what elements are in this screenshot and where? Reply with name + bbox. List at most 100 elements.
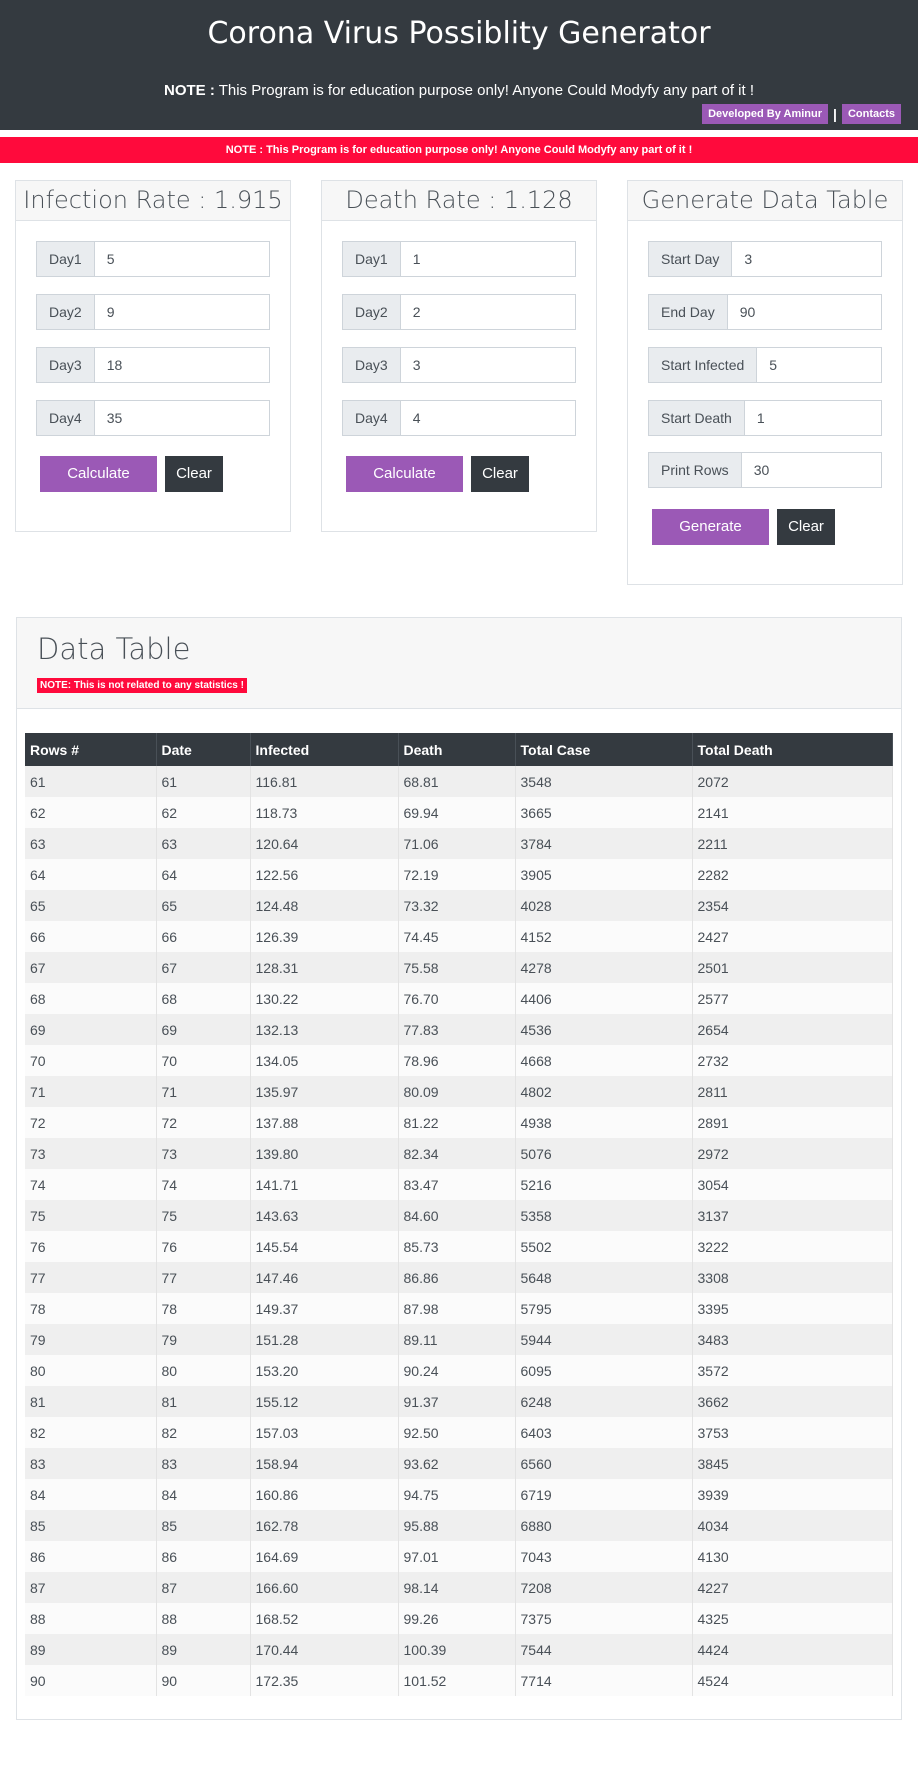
generate-button[interactable]: Generate <box>652 509 769 545</box>
col-rows: Rows # <box>25 733 157 766</box>
death-clear-button[interactable]: Clear <box>471 456 529 492</box>
cell-death: 80.09 <box>398 1076 516 1107</box>
cell-date: 62 <box>156 797 251 828</box>
cell-death: 71.06 <box>398 828 516 859</box>
cell-infected: 137.88 <box>250 1107 399 1138</box>
infection-clear-button[interactable]: Clear <box>165 456 223 492</box>
infection-day1-input[interactable]: 5 <box>94 242 269 276</box>
table-row: 68 68 130.22 76.70 4406 2577 <box>25 983 893 1014</box>
table-row: 64 64 122.56 72.19 3905 2282 <box>25 859 893 890</box>
start-death-label: Start Death <box>649 401 745 435</box>
header-note-label: NOTE : <box>163 82 215 99</box>
cell-infected: 170.44 <box>250 1634 399 1665</box>
cell-date: 83 <box>156 1448 251 1479</box>
cell-total-death: 2282 <box>692 859 893 890</box>
cell-rows: 70 <box>25 1045 157 1076</box>
start-infected-input[interactable]: 5 <box>757 348 881 382</box>
cell-rows: 71 <box>25 1076 157 1107</box>
cell-infected: 151.28 <box>250 1324 399 1355</box>
cell-rows: 78 <box>25 1293 157 1324</box>
table-row: 70 70 134.05 78.96 4668 2732 <box>25 1045 893 1076</box>
cell-date: 76 <box>156 1231 251 1262</box>
death-day1-input[interactable]: 1 <box>400 242 575 276</box>
infection-day3-input[interactable]: 18 <box>94 348 269 382</box>
contacts-link[interactable]: Contacts <box>841 104 901 124</box>
cell-death: 93.62 <box>398 1448 516 1479</box>
death-calculate-button[interactable]: Calculate <box>346 456 463 492</box>
infection-day1-label: Day1 <box>37 242 95 276</box>
cell-rows: 74 <box>25 1169 157 1200</box>
cell-total-case: 7544 <box>515 1634 693 1665</box>
cell-infected: 135.97 <box>250 1076 399 1107</box>
death-day3-input[interactable]: 3 <box>400 348 575 382</box>
cell-total-case: 3665 <box>515 797 693 828</box>
cell-total-death: 3483 <box>692 1324 893 1355</box>
cell-total-case: 5795 <box>515 1293 693 1324</box>
cell-infected: 118.73 <box>250 797 399 828</box>
cell-date: 68 <box>156 983 251 1014</box>
col-date: Date <box>156 733 251 766</box>
cell-rows: 81 <box>25 1386 157 1417</box>
cell-rows: 85 <box>25 1510 157 1541</box>
cell-infected: 143.63 <box>250 1200 399 1231</box>
table-body: 61 61 116.81 68.81 3548 2072 62 62 118.73 69.94 36… <box>25 766 893 1696</box>
infection-day2-group: Day2 9 <box>36 294 270 330</box>
cell-rows: 63 <box>25 828 157 859</box>
cell-total-death: 4227 <box>692 1572 893 1603</box>
developer-link[interactable]: Developed By Aminur <box>702 104 829 124</box>
table-row: 90 90 172.35 101.52 7714 4524 <box>25 1665 893 1696</box>
cell-total-case: 6719 <box>515 1479 693 1510</box>
infection-calculate-button[interactable]: Calculate <box>40 456 157 492</box>
start-death-input[interactable]: 1 <box>744 401 881 435</box>
cell-rows: 83 <box>25 1448 157 1479</box>
cell-death: 101.52 <box>398 1665 516 1696</box>
cell-total-death: 3662 <box>692 1386 893 1417</box>
cell-date: 73 <box>156 1138 251 1169</box>
cell-rows: 90 <box>25 1665 157 1696</box>
table-row: 78 78 149.37 87.98 5795 3395 <box>25 1293 893 1324</box>
cell-death: 81.22 <box>398 1107 516 1138</box>
table-row: 81 81 155.12 91.37 6248 3662 <box>25 1386 893 1417</box>
cell-total-death: 2972 <box>692 1138 893 1169</box>
cell-total-death: 2654 <box>692 1014 893 1045</box>
cell-total-case: 6880 <box>515 1510 693 1541</box>
infection-day2-label: Day2 <box>37 295 95 329</box>
death-day1-label: Day1 <box>343 242 401 276</box>
start-day-input[interactable]: 3 <box>732 242 881 276</box>
note-banner: NOTE : This Program is for education pur… <box>0 137 918 163</box>
table-row: 63 63 120.64 71.06 3784 2211 <box>25 828 893 859</box>
death-rate-title: Death Rate : 1.128 <box>322 181 596 221</box>
cell-date: 81 <box>156 1386 251 1417</box>
cell-total-case: 5216 <box>515 1169 693 1200</box>
cell-death: 97.01 <box>398 1541 516 1572</box>
table-row: 80 80 153.20 90.24 6095 3572 <box>25 1355 893 1386</box>
cell-rows: 69 <box>25 1014 157 1045</box>
start-infected-group: Start Infected 5 <box>648 347 882 383</box>
cell-total-death: 2211 <box>692 828 893 859</box>
start-day-group: Start Day 3 <box>648 241 882 277</box>
end-day-input[interactable]: 90 <box>727 295 881 329</box>
print-rows-input[interactable]: 30 <box>741 453 881 487</box>
cell-total-case: 5648 <box>515 1262 693 1293</box>
death-day2-input[interactable]: 2 <box>400 295 575 329</box>
death-day3-group: Day3 3 <box>342 347 576 383</box>
death-rate-panel: Death Rate : 1.128 Day1 1 Day2 2 Day3 3 … <box>321 180 597 532</box>
cell-infected: 116.81 <box>250 766 399 797</box>
infection-day4-input[interactable]: 35 <box>94 401 269 435</box>
cell-total-case: 4406 <box>515 983 693 1014</box>
cell-date: 86 <box>156 1541 251 1572</box>
table-row: 74 74 141.71 83.47 5216 3054 <box>25 1169 893 1200</box>
table-row: 82 82 157.03 92.50 6403 3753 <box>25 1417 893 1448</box>
cell-death: 91.37 <box>398 1386 516 1417</box>
header-note: NOTE : This Program is for education pur… <box>0 82 918 99</box>
generate-panel: Generate Data Table Start Day 3 End Day … <box>627 180 903 585</box>
death-day4-input[interactable]: 4 <box>400 401 575 435</box>
generate-clear-button[interactable]: Clear <box>777 509 835 545</box>
cell-death: 85.73 <box>398 1231 516 1262</box>
cell-total-death: 3572 <box>692 1355 893 1386</box>
cell-total-death: 4325 <box>692 1603 893 1634</box>
cell-date: 67 <box>156 952 251 983</box>
infection-rate-panel: Infection Rate : 1.915 Day1 5 Day2 9 Day… <box>15 180 291 532</box>
infection-day2-input[interactable]: 9 <box>94 295 269 329</box>
cell-date: 87 <box>156 1572 251 1603</box>
